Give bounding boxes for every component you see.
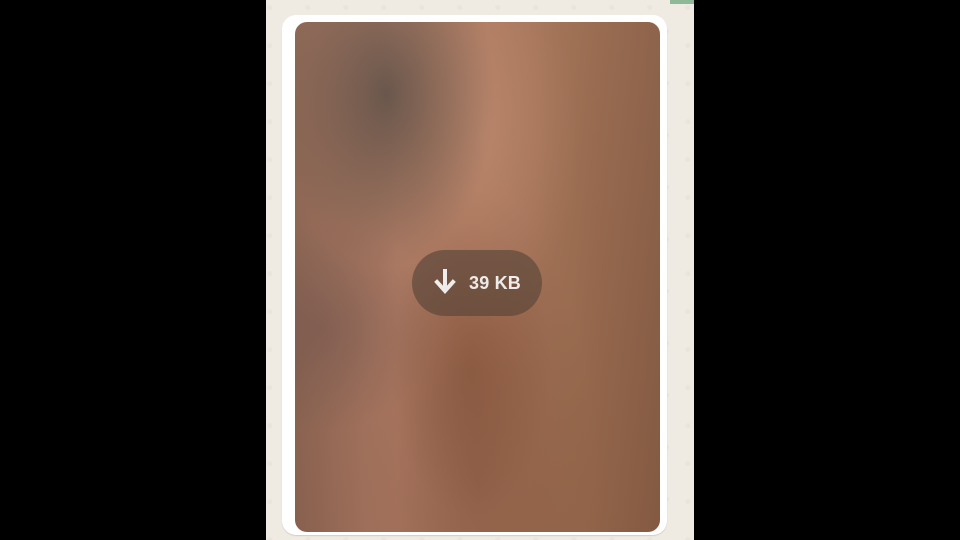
download-icon [434,269,456,295]
status-accent [670,0,694,4]
chat-screen: 39 KB [266,0,694,540]
blurred-image-preview[interactable]: 39 KB [295,22,660,532]
download-media-button[interactable]: 39 KB [412,250,542,316]
media-message-bubble: 39 KB [282,15,667,535]
file-size-label: 39 KB [468,273,522,293]
screenshot-stage: 39 KB [0,0,960,540]
